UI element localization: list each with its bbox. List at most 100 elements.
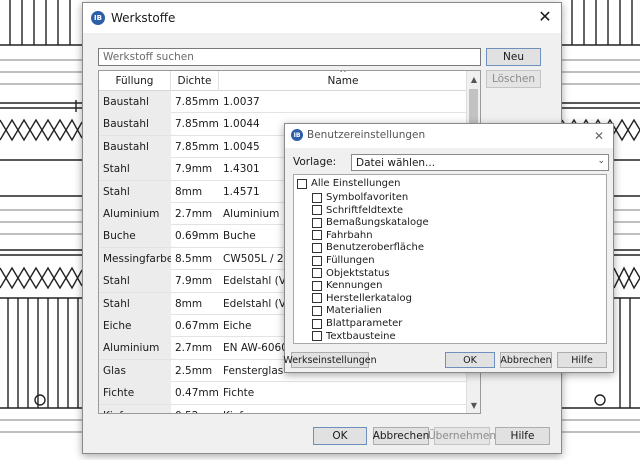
cell-fill: Baustahl [99,91,171,113]
checkbox-all-settings[interactable]: Alle Einstellungen [297,177,401,190]
settings-checkbox-label: Objektstatus [326,267,390,279]
column-header-density[interactable]: Dichte [171,71,219,91]
cell-density: 0.67mm [175,320,219,332]
cell-density: 7.9mm [175,275,213,288]
settings-checkbox-item[interactable]: Füllungen [312,254,375,267]
checkbox-icon[interactable] [312,280,322,291]
sort-ascending-icon: ^ [339,70,347,79]
cell-fill: Aluminium [99,337,171,360]
settings-title-bar[interactable]: IB Benutzereinstellungen ✕ [285,124,613,148]
cell-fill: Aluminium [99,203,171,225]
checkbox-icon[interactable] [312,217,322,228]
scroll-up-icon[interactable]: ▲ [467,72,480,86]
cell-fill: Glas [99,359,171,382]
chevron-down-icon: ⌄ [597,156,605,166]
settings-checkbox-label: Fahrbahn [326,229,373,241]
materials-ok-button[interactable]: OK [313,427,367,445]
column-header-fill[interactable]: Füllung [99,71,171,91]
materials-help-button[interactable]: Hilfe [495,427,550,445]
close-icon[interactable]: ✕ [589,126,609,146]
cell-density: 7.85mm [175,140,219,153]
cell-density: 2.7mm [175,208,213,220]
materials-cancel-button[interactable]: Abbrechen [373,427,429,445]
settings-checkbox-label: Blattparameter [326,318,403,329]
cell-density: 7.85mm [175,118,219,131]
cell-density: 8mm [175,185,203,198]
table-header: Füllung Dichte ^ Name [99,71,467,91]
settings-checkbox-item[interactable]: Bemaßungskataloge [312,216,429,229]
checkbox-icon[interactable] [312,205,322,216]
settings-checkbox-label: Benutzeroberfläche [326,242,425,254]
settings-checkbox-item[interactable]: Blattparameter [312,317,402,330]
checkbox-icon[interactable] [312,242,322,253]
checkbox-icon[interactable] [312,268,322,279]
cell-fill: Eiche [99,315,171,337]
app-logo-icon: IB [91,11,105,25]
cell-fill: Baustahl [99,135,171,158]
materials-title-bar[interactable]: IB Werkstoffe ✕ [83,3,561,33]
chevron-down-icon[interactable]: ▼ [467,398,480,412]
cell-name: Fichte [223,387,255,400]
cell-fill: Stahl [99,270,171,293]
close-icon[interactable]: ✕ [535,7,555,27]
checkbox-icon[interactable] [312,305,322,316]
cell-density: 2.5mm [175,364,213,377]
checkbox-icon[interactable] [312,331,322,342]
factory-settings-button[interactable]: Werkseinstellungen [283,352,377,368]
settings-checkbox-item[interactable]: Objektstatus [312,267,390,280]
settings-checkbox-item[interactable]: Symbolfavoriten [312,191,408,204]
template-select-value: Datei wählen... [356,156,436,169]
settings-checkbox-item[interactable]: Materialien [312,304,382,317]
checkbox-icon[interactable] [297,178,307,189]
checkbox-icon[interactable] [312,192,322,203]
table-row[interactable]: Baustahl 7.85mm 1.0037 [99,91,467,114]
cell-density: 2.7mm [175,342,213,355]
settings-checkbox-item[interactable]: Fahrbahn [312,229,373,242]
cell-fill: Messingfarben [99,247,171,270]
checkbox-icon[interactable] [312,255,322,266]
cell-density: 0.52mm [171,405,219,413]
settings-checkbox-label: Schriftfeldtexte [326,204,404,216]
settings-checkbox-label: Herstellerkatalog [326,292,412,304]
cell-density: 8.5mm [175,252,213,265]
column-header-name[interactable]: ^ Name [219,71,467,91]
cell-density: 0.47mm [175,387,219,400]
cell-fill: Stahl [99,180,171,203]
settings-checkbox-label: Textbausteine [326,330,396,342]
table-row[interactable]: Fichte 0.47mm Fichte [99,382,467,405]
cell-name: 1.0037 [223,96,260,108]
cell-name: Kiefer [219,405,467,413]
template-select[interactable]: Datei wählen... ⌄ [351,154,609,171]
cell-fill: Kiefer [99,404,171,413]
checkbox-icon[interactable] [312,293,322,304]
cell-fill: Fichte [99,382,171,405]
settings-dialog-title: Benutzereinstellungen [307,129,426,141]
cell-density: 7.9mm [175,163,213,176]
delete-material-button[interactable]: Löschen [486,70,541,88]
settings-checklist: Alle Einstellungen Symbolfavoriten Schrif… [293,174,607,344]
template-label: Vorlage: [293,156,337,168]
checkbox-icon[interactable] [312,318,322,329]
settings-checkbox-label: Bemaßungskataloge [326,217,429,229]
cell-density: 8mm [175,297,203,310]
checkbox-icon[interactable] [312,230,322,241]
user-settings-dialog: IB Benutzereinstellungen ✕ Vorlage: Date… [283,123,614,373]
cell-density: 0.69mm [175,230,219,243]
settings-checkbox-label: Materialien [326,305,382,317]
new-material-button[interactable]: Neu [486,48,541,66]
material-search-input[interactable] [98,48,481,66]
table-row[interactable]: Kiefer0.52mmKiefer [99,404,467,413]
settings-checkbox-item[interactable]: Benutzeroberfläche [312,241,424,254]
materials-apply-button[interactable]: Übernehmen [428,427,496,445]
settings-ok-button[interactable]: OK [445,352,495,368]
settings-cancel-button[interactable]: Abbrechen [500,352,552,368]
cell-fill: Baustahl [99,113,171,136]
settings-checkbox-item[interactable]: Schriftfeldtexte [312,204,403,217]
settings-checkbox-item[interactable]: Herstellerkatalog [312,292,412,305]
app-logo-icon: IB [291,129,303,141]
materials-dialog-title: Werkstoffe [111,11,176,25]
settings-help-button[interactable]: Hilfe [557,352,607,368]
settings-checkbox-item[interactable]: Textbausteine [312,330,396,343]
settings-checkbox-item[interactable]: Kennungen [312,279,382,292]
cell-fill: Buche [99,225,171,248]
